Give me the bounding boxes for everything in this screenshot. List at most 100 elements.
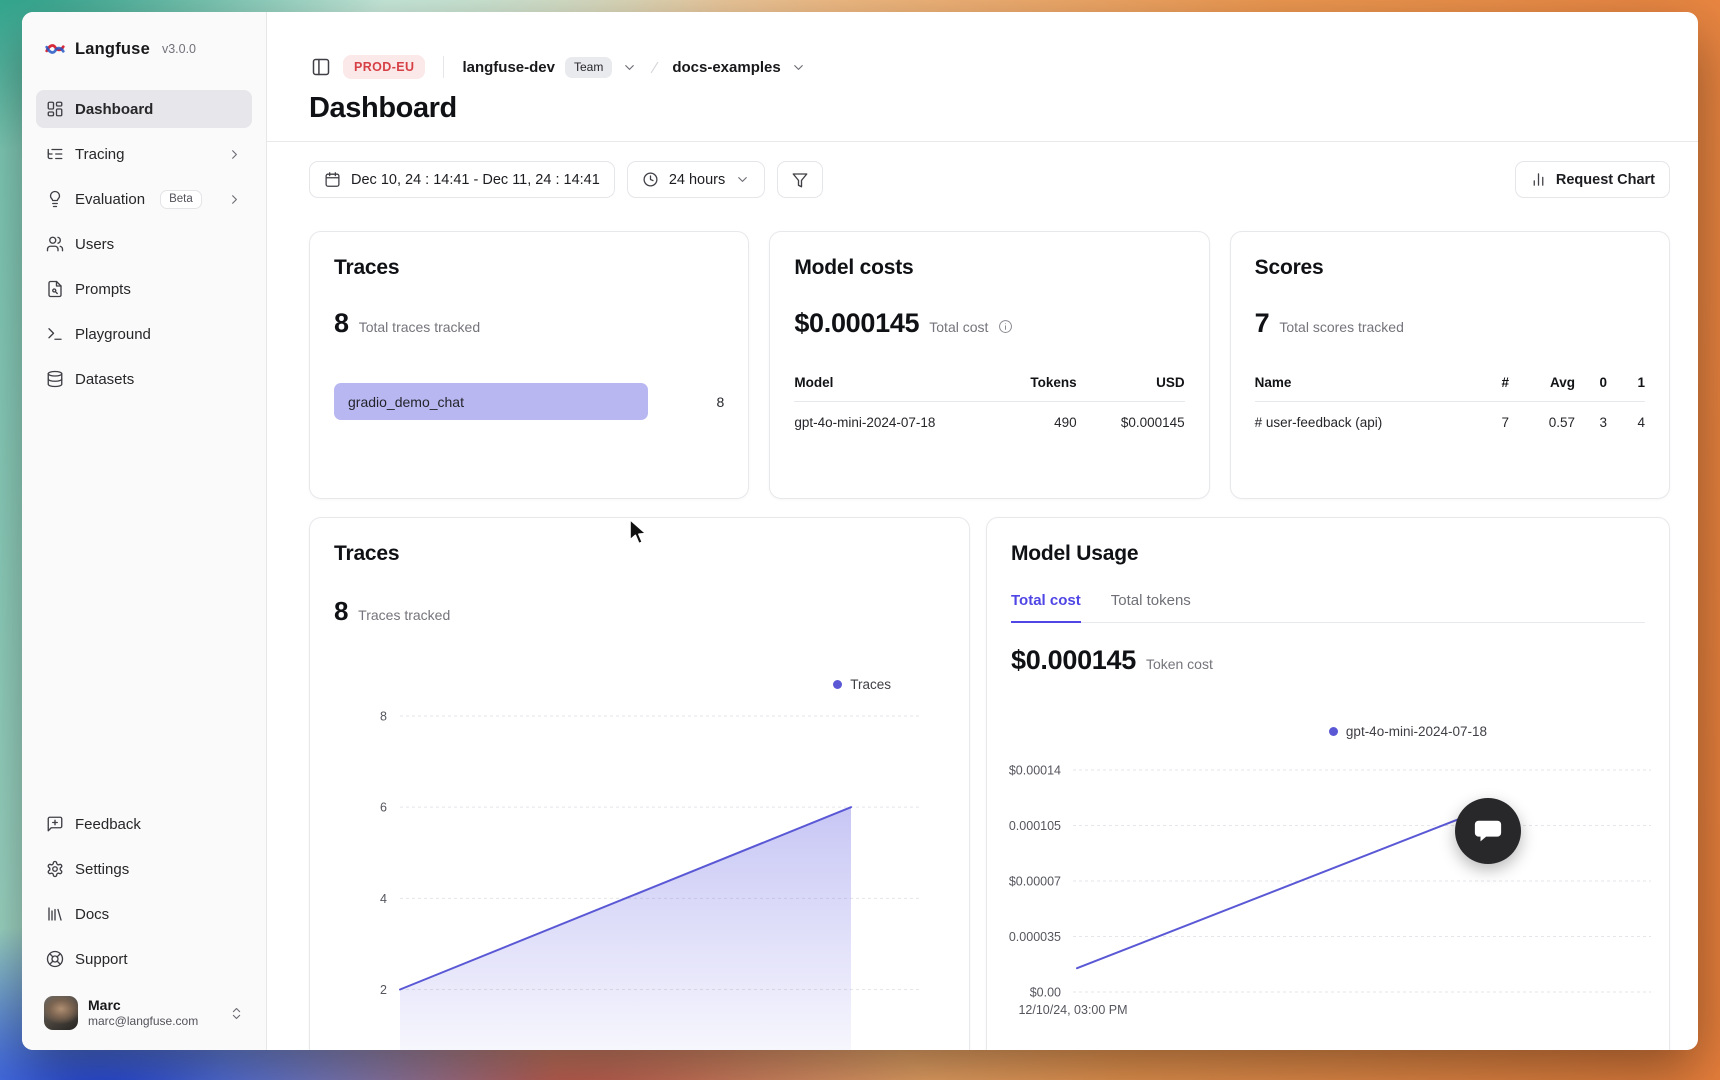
lightbulb-icon: [46, 190, 64, 208]
sidebar-item-feedback[interactable]: Feedback: [36, 805, 252, 843]
legend-label: Traces: [850, 677, 891, 692]
card-title: Traces: [334, 542, 945, 566]
score-avg-cell: 0.57: [1509, 415, 1575, 430]
trace-name-label: gradio_demo_chat: [348, 394, 464, 410]
sidebar: Langfuse v3.0.0 Dashboard Tracing Evalua…: [22, 12, 267, 1050]
y-axis-tick-label: 6: [380, 801, 387, 815]
app-name: Langfuse: [75, 40, 150, 59]
y-axis-tick-label: $0.00014: [1009, 764, 1061, 778]
y-axis-tick-label: 4: [380, 892, 387, 906]
breadcrumb: PROD-EU langfuse-dev Team docs-examples: [309, 54, 1670, 80]
trace-name-bar[interactable]: gradio_demo_chat: [334, 383, 648, 420]
card-title: Scores: [1255, 256, 1645, 280]
sidebar-item-tracing[interactable]: Tracing: [36, 135, 252, 173]
sidebar-nav: Dashboard Tracing Evaluation Beta Users …: [36, 90, 252, 398]
org-type-badge: Team: [565, 57, 612, 78]
database-icon: [46, 370, 64, 388]
sidebar-item-label: Prompts: [75, 281, 131, 298]
token-cost-caption: Token cost: [1146, 656, 1213, 672]
scores-card: Scores 7 Total scores tracked Name # Avg…: [1230, 231, 1670, 499]
chevrons-up-down-icon: [229, 1006, 244, 1021]
series-area: [400, 807, 851, 1050]
sidebar-item-docs[interactable]: Docs: [36, 895, 252, 933]
traces-total-caption: Total traces tracked: [359, 319, 480, 335]
chevron-down-icon[interactable]: [791, 60, 806, 75]
request-chart-button[interactable]: Request Chart: [1515, 161, 1670, 198]
legend-dot: [1329, 727, 1338, 736]
project-breadcrumb[interactable]: docs-examples: [672, 59, 780, 76]
sidebar-item-settings[interactable]: Settings: [36, 850, 252, 888]
model-name-cell: gpt-4o-mini-2024-07-18: [794, 415, 986, 430]
score-0-cell: 3: [1575, 415, 1607, 430]
stat-cards-row: Traces 8 Total traces tracked gradio_dem…: [309, 231, 1670, 499]
traces-area-chart: 8642: [334, 700, 947, 1050]
score-1-cell: 4: [1607, 415, 1645, 430]
time-window-select[interactable]: 24 hours: [627, 161, 765, 198]
request-chart-label: Request Chart: [1556, 172, 1655, 188]
model-costs-caption: Total cost: [929, 319, 988, 335]
sidebar-item-dashboard[interactable]: Dashboard: [36, 90, 252, 128]
tracing-tree-icon: [46, 145, 64, 163]
chart-cards-row: Traces 8 Traces tracked Traces: [309, 517, 1670, 1050]
sidebar-item-users[interactable]: Users: [36, 225, 252, 263]
profile-email: marc@langfuse.com: [88, 1014, 198, 1029]
sidebar-item-prompts[interactable]: Prompts: [36, 270, 252, 308]
date-range-picker[interactable]: Dec 10, 24 : 14:41 - Dec 11, 24 : 14:41: [309, 161, 615, 198]
gear-icon: [46, 860, 64, 878]
sidebar-item-evaluation[interactable]: Evaluation Beta: [36, 180, 252, 218]
chevron-down-icon[interactable]: [622, 60, 637, 75]
y-axis-tick-label: $0.00: [1030, 986, 1061, 1000]
panel-left-icon: [311, 57, 331, 77]
profile-name: Marc: [88, 997, 198, 1015]
filter-button[interactable]: [777, 161, 823, 198]
profile-menu[interactable]: Marc marc@langfuse.com: [36, 990, 252, 1036]
profile-text: Marc marc@langfuse.com: [88, 997, 198, 1030]
sidebar-toggle-button[interactable]: [309, 55, 333, 79]
y-axis-tick-label: 0.000035: [1009, 930, 1061, 944]
tab-total-tokens[interactable]: Total tokens: [1111, 592, 1191, 622]
sidebar-secondary-nav: Feedback Settings Docs Support: [36, 805, 252, 978]
sidebar-item-datasets[interactable]: Datasets: [36, 360, 252, 398]
tab-total-cost[interactable]: Total cost: [1011, 592, 1081, 623]
chat-widget-button[interactable]: [1455, 798, 1521, 864]
trace-name-bar-value: 8: [717, 394, 725, 410]
sidebar-item-label: Datasets: [75, 371, 134, 388]
scores-total-caption: Total scores tracked: [1279, 319, 1404, 335]
breadcrumb-divider: [443, 56, 444, 78]
info-icon[interactable]: [998, 319, 1013, 334]
prompt-file-icon: [46, 280, 64, 298]
users-icon: [46, 235, 64, 253]
sidebar-item-playground[interactable]: Playground: [36, 315, 252, 353]
chevron-right-icon: [227, 192, 242, 207]
y-axis-tick-label: 0.000105: [1009, 819, 1061, 833]
funnel-icon: [791, 171, 809, 189]
sidebar-spacer: [36, 398, 252, 775]
table-row: gpt-4o-mini-2024-07-18 490 $0.000145: [794, 402, 1184, 430]
sidebar-item-support[interactable]: Support: [36, 940, 252, 978]
table-row: # user-feedback (api) 7 0.57 3 4: [1255, 402, 1645, 430]
sidebar-item-label: Tracing: [75, 146, 124, 163]
card-title: Traces: [334, 256, 724, 280]
trace-name-bar-row: gradio_demo_chat 8: [334, 383, 724, 420]
page-header: PROD-EU langfuse-dev Team docs-examples …: [267, 12, 1698, 142]
scores-table: Name # Avg 0 1 # user-feedback (api) 7 0…: [1255, 375, 1645, 430]
chart-legend: Traces: [334, 677, 891, 692]
model-usage-card: Model Usage Total cost Total tokens $0.0…: [986, 517, 1670, 1050]
environment-badge[interactable]: PROD-EU: [343, 55, 425, 79]
page-title: Dashboard: [309, 92, 1670, 125]
app-version: v3.0.0: [162, 42, 196, 56]
sidebar-item-label: Feedback: [75, 816, 141, 833]
scores-total-value: 7: [1255, 308, 1270, 339]
y-axis-tick-label: $0.00007: [1009, 875, 1061, 889]
model-costs-value: $0.000145: [794, 308, 919, 339]
sidebar-item-label: Settings: [75, 861, 129, 878]
traces-chart-value: 8: [334, 596, 348, 627]
score-name-cell: # user-feedback (api): [1255, 415, 1453, 430]
library-icon: [46, 905, 64, 923]
series-line: [1077, 810, 1483, 969]
sidebar-item-label: Support: [75, 951, 128, 968]
model-usage-tabs: Total cost Total tokens: [1011, 592, 1645, 623]
chat-bubble-icon: [1473, 816, 1503, 846]
org-breadcrumb[interactable]: langfuse-dev: [462, 59, 555, 76]
column-header: Avg: [1509, 375, 1575, 390]
